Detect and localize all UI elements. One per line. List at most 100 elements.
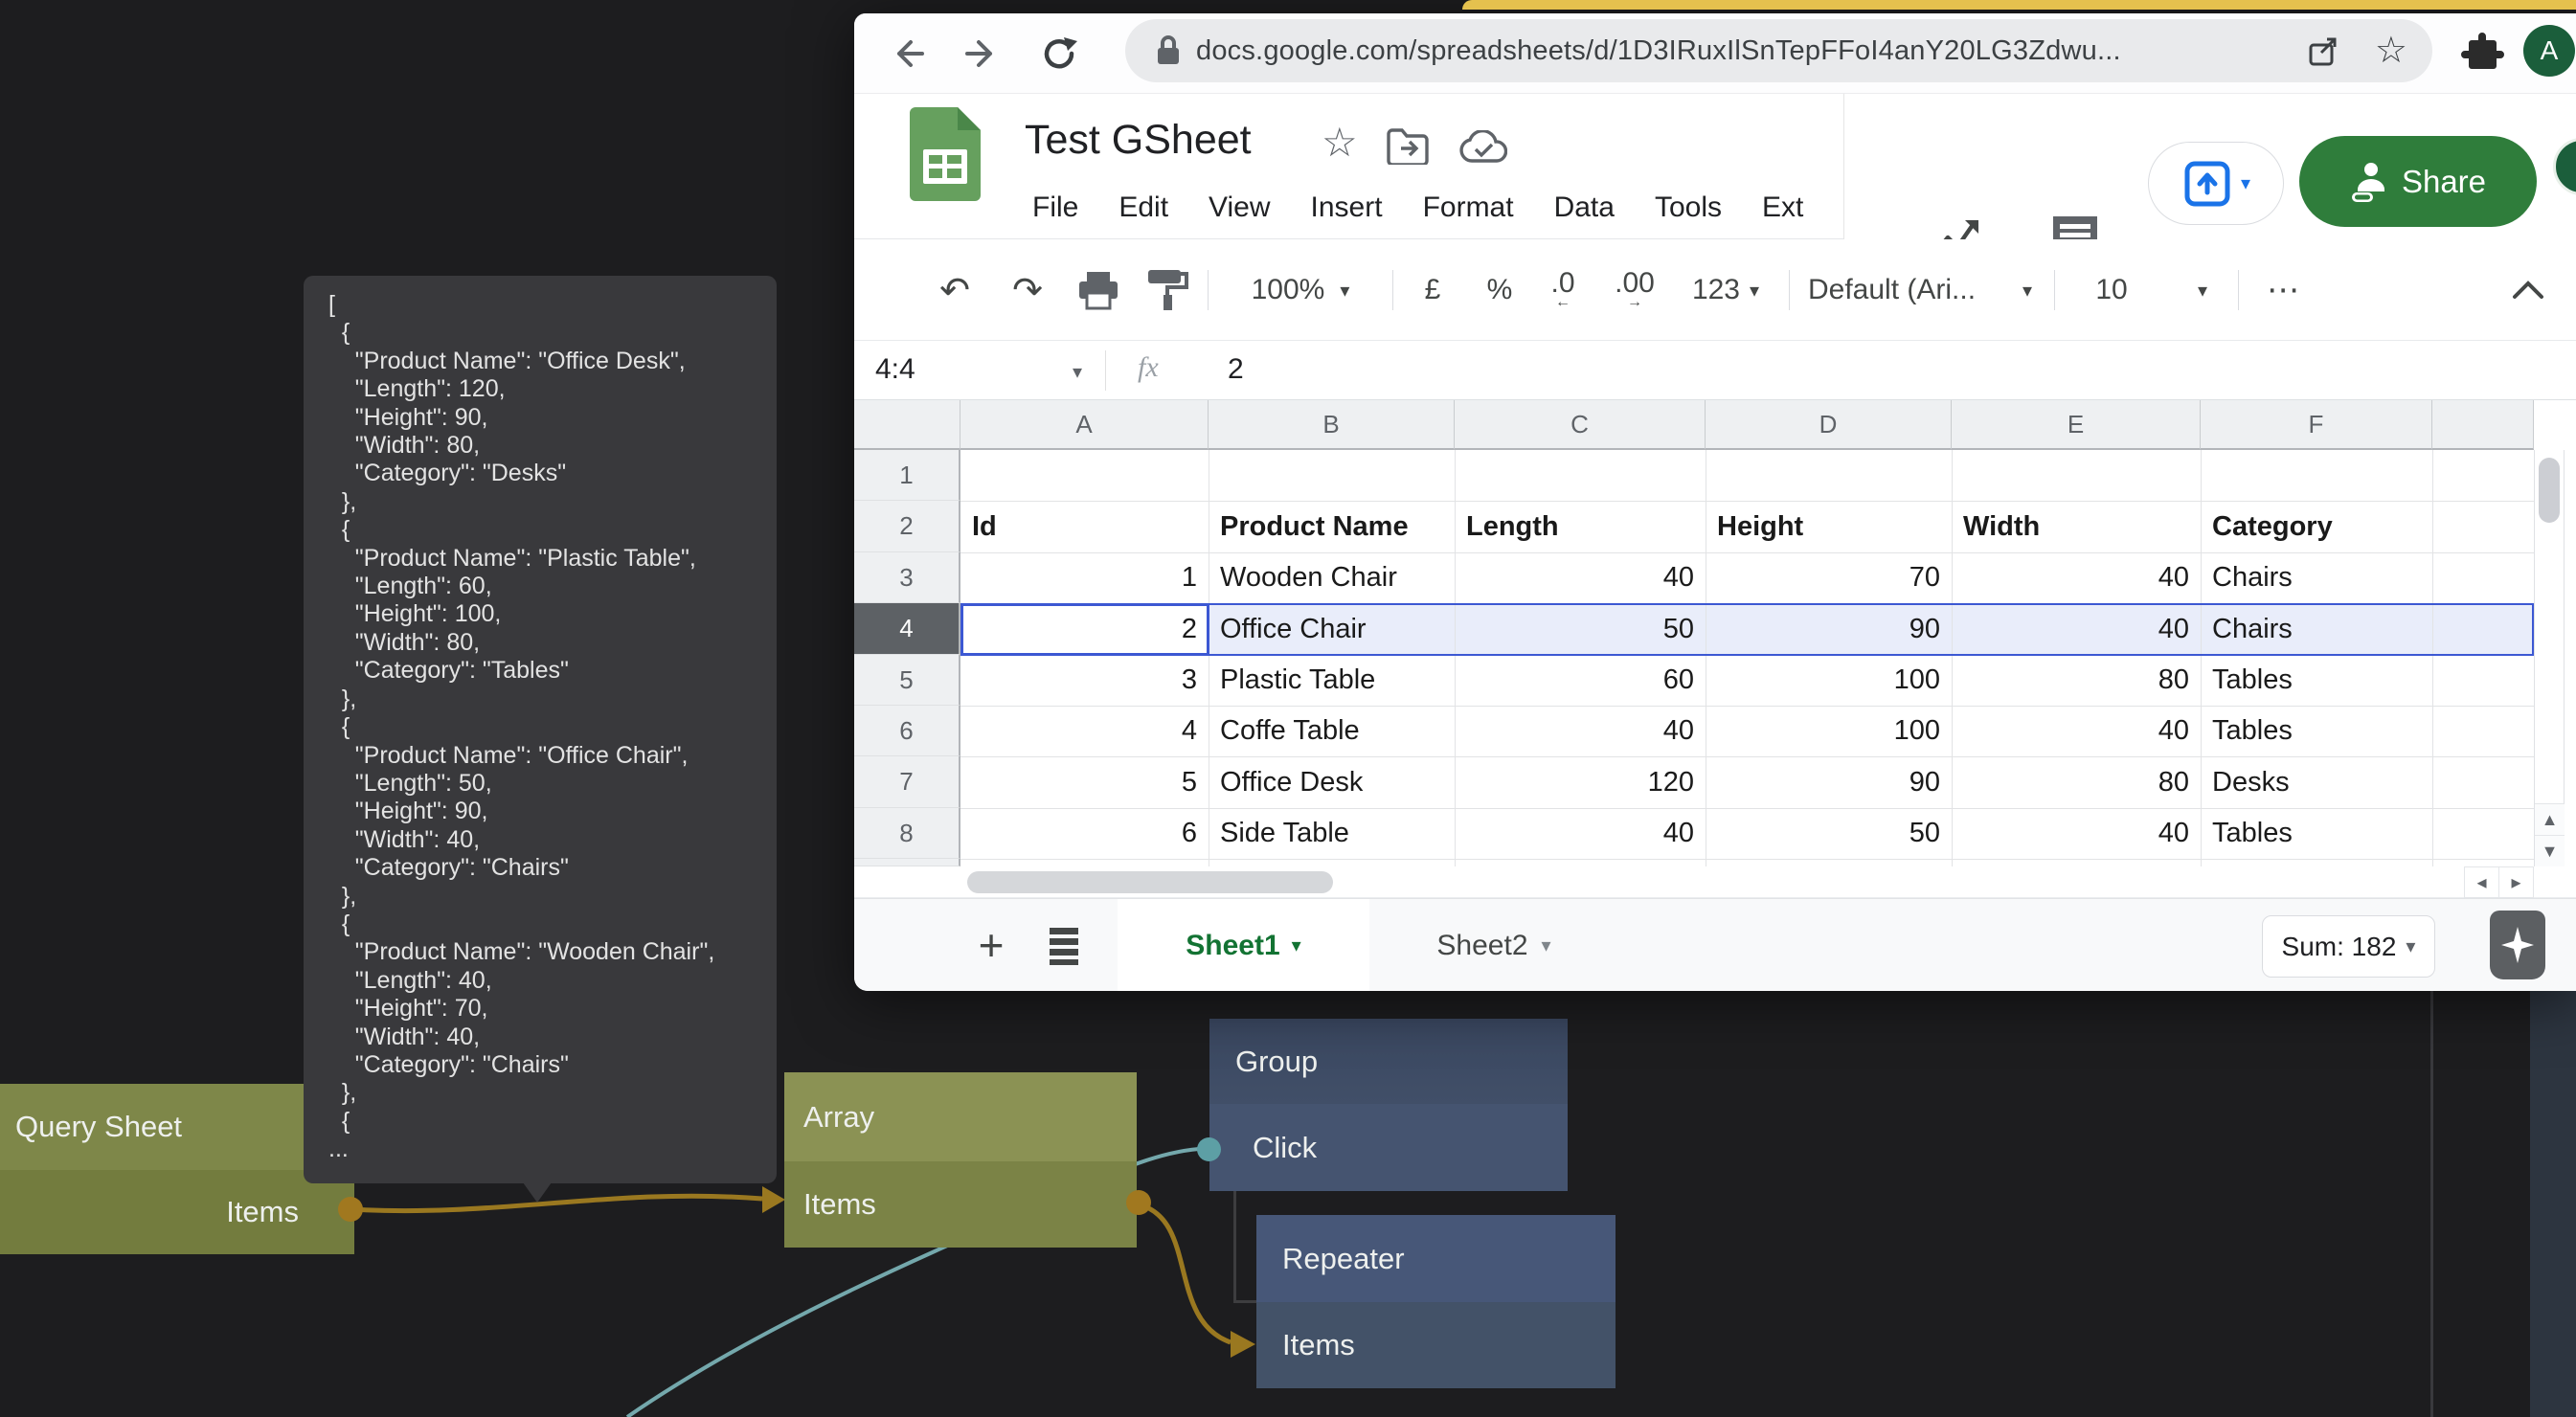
cell-F2[interactable]: Category (2212, 501, 2421, 552)
address-bar[interactable]: docs.google.com/spreadsheets/d/1D3IRuxIl… (1125, 19, 2432, 82)
node-array[interactable]: Array Items (784, 1072, 1137, 1248)
row-header-5[interactable]: 5 (854, 655, 960, 706)
tab-sheet2[interactable]: Sheet2 ▾ (1393, 899, 1594, 991)
cell-E7[interactable]: 80 (1963, 756, 2189, 808)
cell-E6[interactable]: 40 (1963, 706, 2189, 756)
forward-icon[interactable] (961, 33, 1004, 75)
cell-F6[interactable]: Tables (2212, 706, 2421, 756)
cell-F5[interactable]: Tables (2212, 655, 2421, 706)
cell-C5[interactable]: 60 (1466, 655, 1694, 706)
cell-E2[interactable]: Width (1963, 501, 2189, 552)
cell-C6[interactable]: 40 (1466, 706, 1694, 756)
node-group[interactable]: Group Click (1209, 1019, 1568, 1191)
all-sheets-menu-icon[interactable] (1044, 924, 1084, 966)
scroll-left-button[interactable]: ◂ (2464, 866, 2499, 898)
font-caret[interactable]: ▾ (2013, 239, 2042, 341)
back-icon[interactable] (886, 33, 928, 75)
cell-D8[interactable]: 50 (1717, 808, 1940, 859)
sheets-avatar[interactable] (2553, 138, 2576, 195)
cell-C8[interactable]: 40 (1466, 808, 1694, 859)
browser-avatar[interactable]: A (2523, 25, 2575, 77)
cell-A2[interactable]: Id (972, 501, 1197, 552)
font-size-select[interactable]: 10 (2078, 239, 2145, 341)
cell-C4[interactable]: 50 (1466, 603, 1694, 655)
cell-B2[interactable]: Product Name (1220, 501, 1443, 552)
more-toolbar-button[interactable]: ⋯ (2254, 239, 2312, 341)
cell-F4[interactable]: Chairs (2212, 603, 2421, 655)
font-select[interactable]: Default (Ari... (1808, 239, 2047, 341)
grid-corner[interactable] (854, 400, 960, 450)
cell-D4[interactable]: 90 (1717, 603, 1940, 655)
sum-indicator[interactable]: Sum: 182 ▾ (2262, 915, 2435, 978)
share-button[interactable]: Share (2299, 136, 2537, 227)
spreadsheet-grid[interactable]: ABCDEF12345678IdProduct NameLengthHeight… (854, 400, 2576, 866)
star-document-icon[interactable]: ☆ (1322, 119, 1358, 166)
menu-file[interactable]: File (1032, 191, 1078, 224)
column-header-C[interactable]: C (1455, 400, 1706, 450)
vertical-scrollbar[interactable]: ▲ ▼ (2534, 450, 2565, 866)
increase-decimals-button[interactable]: .00→ (1605, 239, 1664, 341)
decrease-decimals-button[interactable]: .0← (1536, 239, 1590, 341)
cell-B3[interactable]: Wooden Chair (1220, 552, 1443, 603)
column-header-partial[interactable] (2432, 400, 2534, 450)
node-repeater[interactable]: Repeater Items (1256, 1215, 1616, 1388)
column-header-A[interactable]: A (960, 400, 1209, 450)
move-folder-icon[interactable] (1387, 128, 1429, 165)
menu-ext[interactable]: Ext (1762, 191, 1803, 224)
undo-button[interactable]: ↶ (931, 239, 979, 341)
port-group-click-in[interactable] (1197, 1137, 1221, 1161)
port-query-items-out[interactable] (338, 1197, 363, 1222)
cell-B7[interactable]: Office Desk (1220, 756, 1443, 808)
port-array-items-out[interactable] (1126, 1190, 1151, 1215)
cell-E8[interactable]: 40 (1963, 808, 2189, 859)
cell-B8[interactable]: Side Table (1220, 808, 1443, 859)
sheets-logo-icon[interactable] (910, 107, 981, 201)
font-size-caret[interactable]: ▾ (2187, 239, 2218, 341)
column-header-D[interactable]: D (1706, 400, 1952, 450)
document-title[interactable]: Test GSheet (1025, 117, 1252, 164)
scroll-right-button[interactable]: ▸ (2498, 866, 2534, 898)
menu-edit[interactable]: Edit (1119, 191, 1168, 224)
column-header-F[interactable]: F (2201, 400, 2432, 450)
row-header-7[interactable]: 7 (854, 756, 960, 808)
number-format-select[interactable]: 123▾ (1674, 239, 1777, 341)
percent-format-button[interactable]: % (1475, 239, 1525, 341)
cell-B6[interactable]: Coffe Table (1220, 706, 1443, 756)
cell-A7[interactable]: 5 (972, 756, 1197, 808)
horizontal-scrollbar-thumb[interactable] (967, 871, 1333, 893)
formula-input[interactable]: 2 (1228, 353, 1244, 386)
cloud-saved-icon[interactable] (1459, 130, 1507, 165)
menu-tools[interactable]: Tools (1655, 191, 1722, 224)
cell-F3[interactable]: Chairs (2212, 552, 2421, 603)
extensions-puzzle-icon[interactable] (2459, 31, 2505, 77)
row-header-partial[interactable] (854, 859, 960, 866)
paint-format-button[interactable] (1141, 239, 1193, 341)
menu-data[interactable]: Data (1554, 191, 1615, 224)
add-sheet-button[interactable]: + (967, 916, 1015, 974)
menu-format[interactable]: Format (1423, 191, 1514, 224)
cell-A5[interactable]: 3 (972, 655, 1197, 706)
cell-D3[interactable]: 70 (1717, 552, 1940, 603)
cell-C3[interactable]: 40 (1466, 552, 1694, 603)
name-box-caret-icon[interactable]: ▾ (1073, 360, 1082, 384)
bookmark-star-icon[interactable]: ☆ (2375, 33, 2407, 69)
tab-sheet1[interactable]: Sheet1 ▾ (1118, 899, 1369, 991)
collapse-toolbar-button[interactable] (2503, 239, 2553, 341)
cell-A8[interactable]: 6 (972, 808, 1197, 859)
row-header-3[interactable]: 3 (854, 552, 960, 603)
row-header-4[interactable]: 4 (854, 603, 960, 655)
horizontal-scrollbar[interactable]: ◂ ▸ (854, 866, 2576, 898)
cell-A3[interactable]: 1 (972, 552, 1197, 603)
cell-E3[interactable]: 40 (1963, 552, 2189, 603)
explore-button[interactable] (2490, 911, 2545, 979)
cell-C7[interactable]: 120 (1466, 756, 1694, 808)
cell-B5[interactable]: Plastic Table (1220, 655, 1443, 706)
zoom-select[interactable]: 100%▾ (1224, 239, 1377, 341)
name-box[interactable]: 4:4 (875, 353, 915, 386)
scroll-down-button[interactable]: ▼ (2535, 835, 2565, 866)
cell-C2[interactable]: Length (1466, 501, 1694, 552)
cell-F8[interactable]: Tables (2212, 808, 2421, 859)
cell-A6[interactable]: 4 (972, 706, 1197, 756)
cell-F7[interactable]: Desks (2212, 756, 2421, 808)
row-header-2[interactable]: 2 (854, 501, 960, 552)
